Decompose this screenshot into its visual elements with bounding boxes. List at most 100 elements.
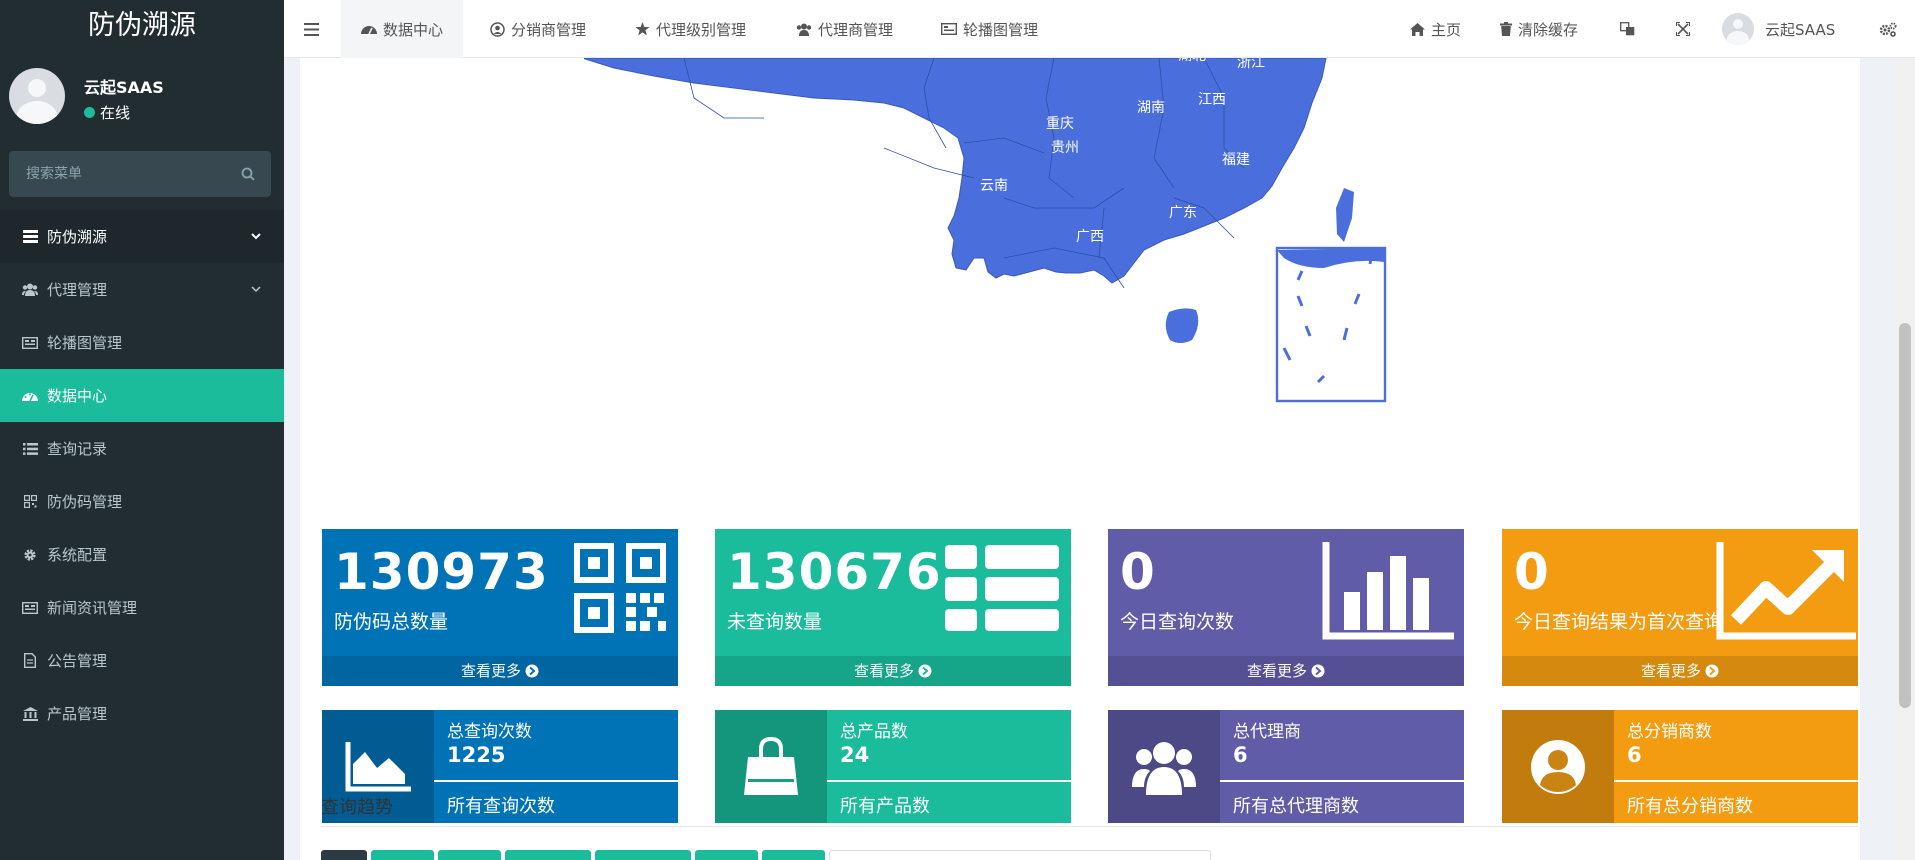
bank-icon (22, 706, 38, 722)
stat-more-label: 查看更多 (1246, 662, 1307, 680)
province-label-hubei: 湖北 (1178, 58, 1206, 64)
info-progress-bar (434, 780, 678, 782)
stat-more-link[interactable]: 查看更多 (1108, 656, 1464, 686)
trend-button[interactable] (438, 850, 501, 860)
section-divider (321, 826, 1858, 827)
trend-button[interactable] (595, 850, 691, 860)
stat-label: 防伪码总数量 (334, 611, 449, 633)
arrow-circle-right-icon (1705, 664, 1719, 678)
tab-agent-level[interactable]: 代理级别管理 (635, 0, 746, 58)
user-panel: 云起SAAS 在线 (0, 52, 284, 147)
image-icon (941, 23, 957, 35)
sidebar-item-agent[interactable]: 代理管理 (0, 263, 284, 316)
stat-more-label: 查看更多 (460, 662, 521, 680)
gears-icon (1879, 22, 1897, 37)
user-circle-icon (1531, 739, 1585, 794)
sidebar-item-news[interactable]: 新闻资讯管理 (0, 581, 284, 634)
province-label-chongqing: 重庆 (1046, 116, 1074, 132)
language-icon (1620, 22, 1635, 36)
translate-button[interactable] (1620, 0, 1641, 58)
home-label: 主页 (1431, 20, 1462, 39)
china-map[interactable]: 西藏 重庆 湖北 浙江 湖南 江西 贵州 福建 云南 广东 广西 (584, 58, 1484, 478)
hamburger-button[interactable] (304, 0, 325, 58)
sidebar-item-label: 防伪码管理 (47, 493, 123, 511)
avatar (1722, 13, 1754, 45)
fullscreen-button[interactable] (1676, 0, 1696, 58)
users-icon (796, 23, 812, 36)
page-scrollbar[interactable] (1895, 58, 1915, 860)
stat-more-link[interactable]: 查看更多 (715, 656, 1071, 686)
clear-cache-label: 清除缓存 (1518, 20, 1579, 39)
sidebar-item-code-management[interactable]: 防伪码管理 (0, 475, 284, 528)
stat-value: 0 (1514, 543, 1550, 601)
map-south-china-sea-inset[interactable] (1275, 246, 1387, 403)
info-title: 总查询次数 (447, 722, 532, 742)
app-logo[interactable]: 防伪溯源 (0, 0, 284, 52)
stat-box-total-codes: 130973 防伪码总数量 查看更多 (322, 529, 678, 686)
sidebar-item-label: 轮播图管理 (47, 334, 123, 352)
sidebar: 防伪溯源 云起SAAS 在线 防伪溯源 代理管理 轮播图管理 (0, 0, 284, 860)
users-icon (22, 282, 38, 298)
stat-more-link[interactable]: 查看更多 (1502, 656, 1858, 686)
dashboard-icon (22, 388, 38, 404)
users-icon (1132, 741, 1196, 795)
province-label-hunan: 湖南 (1137, 100, 1165, 116)
info-box-total-distributors: 总分销商数 6 所有总分销商数 (1502, 710, 1858, 823)
trash-icon (1500, 22, 1512, 36)
fullscreen-icon (1676, 22, 1690, 36)
stat-value: 130973 (334, 543, 549, 601)
arrow-circle-right-icon (918, 664, 932, 678)
tab-data-center[interactable]: 数据中心 (341, 0, 464, 58)
clear-cache-button[interactable]: 清除缓存 (1500, 0, 1578, 58)
stat-box-first-queries: 0 今日查询结果为首次查询 查看更多 (1502, 529, 1858, 686)
trend-button[interactable] (505, 850, 591, 860)
user-circle-icon (490, 21, 505, 37)
sidebar-item-carousel[interactable]: 轮播图管理 (0, 316, 284, 369)
info-icon-area (1502, 710, 1614, 823)
info-value: 1225 (447, 743, 506, 767)
sidebar-item-system-config[interactable]: 系统配置 (0, 528, 284, 581)
tab-distributor[interactable]: 分销商管理 (490, 0, 586, 58)
province-label-zhejiang: 浙江 (1237, 58, 1265, 71)
arrow-circle-right-icon (525, 664, 539, 678)
map-inset-coast (1277, 248, 1384, 268)
search-icon[interactable] (241, 167, 255, 181)
user-menu[interactable]: 云起SAAS (1722, 0, 1835, 58)
stat-label: 未查询数量 (727, 611, 823, 633)
info-value: 6 (1627, 743, 1642, 767)
line-chart-icon (1716, 542, 1856, 640)
tab-agent-management[interactable]: 代理商管理 (796, 0, 893, 58)
hamburger-icon (304, 22, 319, 36)
sidebar-item-query-records[interactable]: 查询记录 (0, 422, 284, 475)
file-icon (22, 653, 38, 669)
star-icon (635, 22, 650, 36)
area-chart-icon (345, 741, 411, 791)
arrow-circle-right-icon (1311, 664, 1325, 678)
sidebar-item-announcement[interactable]: 公告管理 (0, 634, 284, 687)
province-label-guizhou: 贵州 (1051, 140, 1079, 156)
map-taiwan[interactable] (1336, 188, 1354, 242)
sidebar-menu: 防伪溯源 代理管理 轮播图管理 数据中心 查询记录 防伪码管理 系统配置 新闻资… (0, 210, 284, 740)
map-hainan[interactable] (1165, 308, 1199, 343)
home-link[interactable]: 主页 (1410, 0, 1461, 58)
sidebar-item-product[interactable]: 产品管理 (0, 687, 284, 740)
menu-search-input[interactable] (9, 151, 229, 197)
top-navbar: 数据中心 分销商管理 代理级别管理 代理商管理 轮播图管理 主页 清除缓存 云起… (284, 0, 1915, 58)
sidebar-item-anti-counterfeit[interactable]: 防伪溯源 (0, 210, 284, 263)
tab-carousel[interactable]: 轮播图管理 (941, 0, 1038, 58)
trend-button[interactable] (321, 850, 367, 860)
trend-button[interactable] (762, 850, 825, 860)
scrollbar-thumb[interactable] (1899, 323, 1911, 708)
trend-button[interactable] (371, 850, 434, 860)
stat-more-link[interactable]: 查看更多 (322, 656, 678, 686)
sidebar-item-data-center[interactable]: 数据中心 (0, 369, 284, 422)
trend-button[interactable] (695, 850, 758, 860)
home-icon (1410, 22, 1425, 36)
settings-button[interactable] (1879, 0, 1903, 58)
trend-date-input[interactable] (829, 850, 1211, 860)
info-desc: 所有总分销商数 (1627, 796, 1753, 817)
stat-value: 130676 (727, 543, 942, 601)
info-title: 总产品数 (840, 722, 908, 742)
tab-label: 分销商管理 (511, 20, 587, 39)
bar-chart-icon (1322, 542, 1454, 640)
